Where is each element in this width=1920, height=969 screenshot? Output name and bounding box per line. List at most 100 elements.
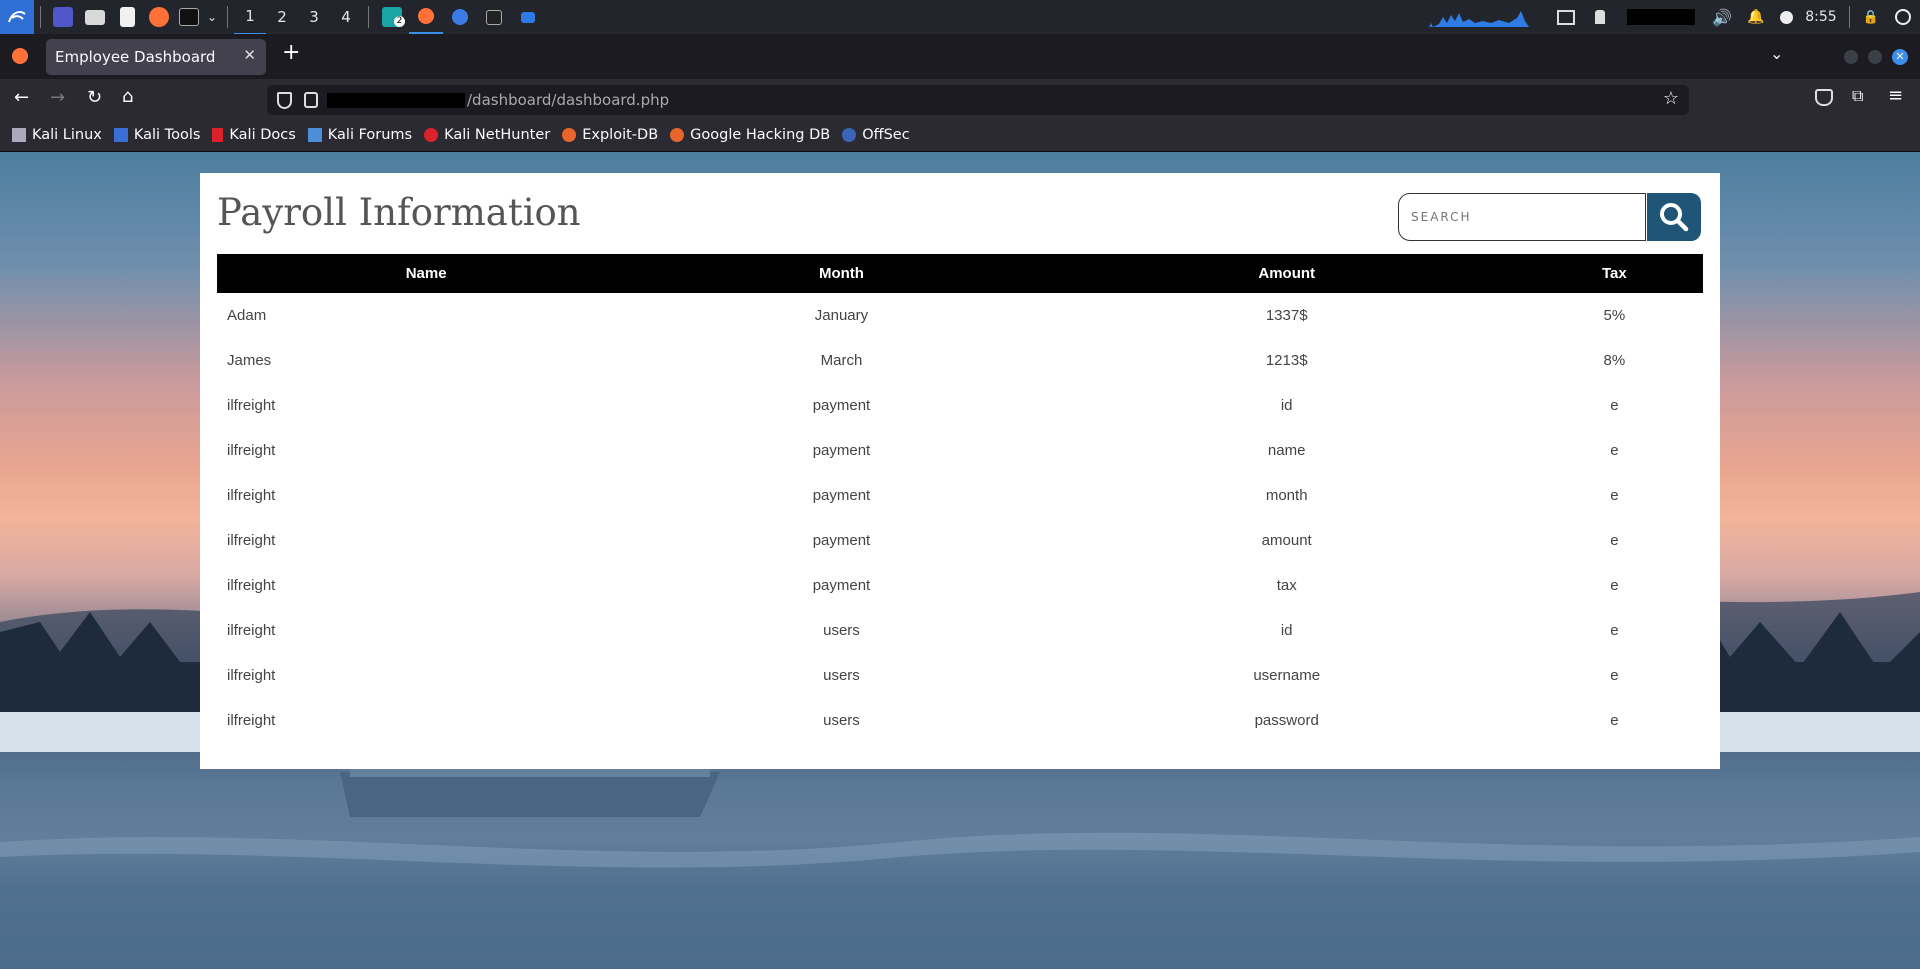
- bookmark-exploit-db[interactable]: Exploit-DB: [562, 127, 658, 143]
- table-header-row: Name Month Amount Tax: [217, 254, 1703, 293]
- show-desktop-icon[interactable]: [47, 0, 79, 34]
- task-app-icon[interactable]: 2: [375, 0, 409, 34]
- search-box: [1398, 193, 1646, 241]
- cell-month: payment: [812, 577, 871, 594]
- cell-name: ilfreight: [227, 622, 276, 639]
- bookmark-kali-tools[interactable]: Kali Tools: [113, 127, 200, 143]
- lock-icon[interactable]: [304, 92, 318, 108]
- table-row: ilfreight payment name e: [217, 428, 1703, 473]
- menu-icon[interactable]: ≡: [1888, 85, 1903, 106]
- back-icon[interactable]: ←: [14, 87, 29, 108]
- bookmark-kali-linux[interactable]: Kali Linux: [12, 127, 102, 143]
- table-body: Adam January 1337$ 5% James March 1213$ 8% ilfre…: [217, 293, 1703, 743]
- cell-month: users: [823, 667, 860, 684]
- column-header-amount[interactable]: Amount: [1047, 254, 1526, 293]
- power-status-icon[interactable]: [1773, 0, 1799, 34]
- cell-amount: name: [1267, 442, 1306, 459]
- workspace-2[interactable]: 2: [266, 0, 298, 34]
- cell-tax: e: [1610, 397, 1619, 414]
- cell-name: ilfreight: [227, 487, 276, 504]
- cell-tax: e: [1610, 532, 1619, 549]
- cell-tax: e: [1610, 442, 1619, 459]
- cell-tax: e: [1610, 577, 1619, 594]
- column-header-month[interactable]: Month: [635, 254, 1048, 293]
- bookmark-kali-forums[interactable]: Kali Forums: [307, 127, 412, 143]
- workspace-1[interactable]: 1: [234, 0, 266, 35]
- network-icon[interactable]: [1583, 0, 1617, 34]
- payroll-card: Payroll Information Name Month Amount Ta…: [200, 173, 1720, 769]
- bookmark-star-icon[interactable]: ☆: [1663, 88, 1679, 109]
- bookmark-google-hacking-db[interactable]: Google Hacking DB: [670, 127, 830, 143]
- list-all-tabs-icon[interactable]: ⌄: [1770, 44, 1783, 63]
- task-terminal-icon[interactable]: [477, 0, 511, 34]
- search-icon: [1660, 203, 1689, 232]
- cell-amount: tax: [1276, 577, 1297, 594]
- cell-month: users: [823, 622, 860, 639]
- reload-icon[interactable]: ↻: [87, 87, 102, 108]
- cell-month: payment: [812, 532, 871, 549]
- window-close-button[interactable]: ✕: [1892, 49, 1908, 65]
- cell-tax: e: [1610, 622, 1619, 639]
- volume-icon[interactable]: 🔊: [1705, 0, 1739, 34]
- cell-name: Adam: [227, 307, 267, 324]
- tab-employee-dashboard[interactable]: Employee Dashboard ✕: [46, 39, 266, 75]
- table-row: James March 1213$ 8%: [217, 338, 1703, 383]
- cell-month: payment: [812, 442, 871, 459]
- chevron-down-icon[interactable]: ⌄: [203, 0, 221, 34]
- payroll-table: Name Month Amount Tax Adam January 1337$ 5%…: [217, 254, 1703, 743]
- search-button[interactable]: [1647, 193, 1701, 241]
- cell-month: March: [820, 352, 863, 369]
- clock[interactable]: 8:55: [1799, 0, 1843, 34]
- url-host-redacted: [327, 93, 465, 108]
- table-row: Adam January 1337$ 5%: [217, 293, 1703, 338]
- kali-tools-icon: [113, 128, 128, 142]
- cell-tax: 5%: [1603, 307, 1626, 324]
- window-maximize-button[interactable]: [1868, 50, 1882, 64]
- file-manager-icon[interactable]: [79, 0, 111, 34]
- task-firefox-icon[interactable]: [409, 0, 443, 34]
- forward-icon[interactable]: →: [50, 87, 65, 108]
- bookmark-offsec[interactable]: OffSec: [842, 127, 910, 143]
- firefox-launcher-icon[interactable]: [143, 0, 175, 34]
- tracking-shield-icon[interactable]: [277, 92, 292, 109]
- notification-badge: 2: [394, 16, 405, 27]
- new-tab-button[interactable]: +: [282, 40, 300, 65]
- column-header-tax[interactable]: Tax: [1525, 254, 1703, 293]
- cell-tax: e: [1610, 487, 1619, 504]
- workspace-3[interactable]: 3: [298, 0, 330, 34]
- cell-name: ilfreight: [227, 712, 276, 729]
- workspace-4[interactable]: 4: [330, 0, 362, 34]
- cell-amount: password: [1254, 712, 1319, 729]
- task-browser-icon[interactable]: [443, 0, 477, 34]
- kali-menu-icon[interactable]: [0, 0, 34, 34]
- column-header-name[interactable]: Name: [217, 254, 636, 293]
- cell-name: ilfreight: [227, 442, 276, 459]
- cell-tax: e: [1610, 712, 1619, 729]
- home-icon[interactable]: ⌂: [122, 86, 133, 107]
- pocket-icon[interactable]: [1815, 89, 1833, 106]
- cell-tax: 8%: [1603, 352, 1626, 369]
- tab-close-icon[interactable]: ✕: [243, 46, 256, 64]
- cell-name: ilfreight: [227, 667, 276, 684]
- task-screenshot-icon[interactable]: [511, 0, 545, 34]
- url-bar[interactable]: /dashboard/dashboard.php ☆: [267, 85, 1689, 115]
- cpu-graph: [1399, 0, 1549, 34]
- terminal-launcher-icon[interactable]: [175, 0, 203, 34]
- kali-docs-icon: [212, 128, 224, 142]
- bookmarks-toolbar: Kali Linux Kali Tools Kali Docs Kali For…: [0, 119, 1920, 152]
- bookmark-kali-nethunter[interactable]: Kali NetHunter: [424, 127, 550, 143]
- display-icon[interactable]: [1549, 0, 1583, 34]
- table-row: ilfreight payment tax e: [217, 563, 1703, 608]
- logout-icon[interactable]: [1886, 0, 1920, 34]
- text-editor-icon[interactable]: [111, 0, 143, 34]
- browser-navbar: ← → ↻ ⌂ /dashboard/dashboard.php ☆ ⧉ ≡: [0, 79, 1920, 119]
- kali-forums-icon: [307, 128, 322, 142]
- redacted-widget: [1617, 0, 1705, 34]
- bookmark-kali-docs[interactable]: Kali Docs: [212, 127, 296, 143]
- search-input[interactable]: [1409, 194, 1641, 240]
- lock-icon[interactable]: 🔒: [1856, 0, 1886, 34]
- bell-icon[interactable]: 🔔: [1739, 0, 1773, 34]
- extensions-icon[interactable]: ⧉: [1852, 86, 1863, 106]
- window-minimize-button[interactable]: [1844, 50, 1858, 64]
- firefox-view-icon[interactable]: [12, 48, 28, 64]
